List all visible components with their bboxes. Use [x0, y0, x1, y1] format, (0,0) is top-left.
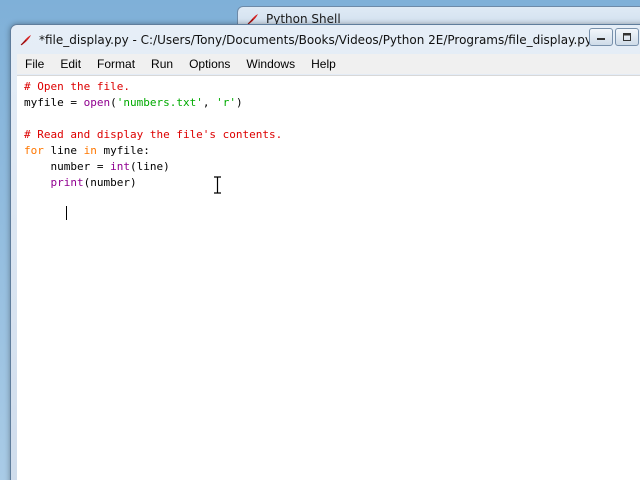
minimize-icon	[597, 38, 605, 40]
code-token-comment: # Read and display the file's contents.	[24, 128, 283, 141]
code-token-plain: number =	[24, 160, 111, 173]
menu-file[interactable]: File	[17, 54, 52, 74]
code-line[interactable]: # Open the file.	[24, 79, 282, 95]
menu-options[interactable]: Options	[181, 54, 238, 74]
code-line[interactable]: number = int(line)	[24, 159, 282, 175]
text-caret	[66, 206, 67, 220]
code-token-plain: (number)	[83, 176, 137, 189]
ibeam-cursor-icon	[214, 176, 221, 194]
code-token-builtin: int	[110, 160, 130, 173]
code-token-builtin: open	[83, 96, 111, 109]
code-token-keyword: in	[83, 144, 97, 157]
editor-window[interactable]: *file_display.py - C:/Users/Tony/Documen…	[10, 24, 640, 480]
code-line[interactable]: for line in myfile:	[24, 143, 282, 159]
code-editor[interactable]: # Open the file. myfile = open('numbers.t…	[17, 75, 640, 480]
code-token-plain: )	[235, 96, 243, 109]
menu-windows[interactable]: Windows	[238, 54, 303, 74]
code-token-plain: (	[110, 96, 117, 109]
code-token-keyword: for	[24, 144, 44, 157]
code-text[interactable]: # Open the file. myfile = open('numbers.t…	[24, 79, 282, 191]
menubar: File Edit Format Run Options Windows Hel…	[17, 54, 640, 74]
code-token-string: 'r'	[216, 96, 236, 109]
menu-help[interactable]: Help	[303, 54, 344, 74]
minimize-button[interactable]	[589, 28, 613, 46]
maximize-button[interactable]	[615, 28, 639, 46]
code-token-plain: ,	[202, 96, 217, 109]
tk-feather-icon	[20, 34, 31, 45]
code-token-plain: line	[43, 144, 84, 157]
code-line[interactable]	[24, 111, 282, 127]
code-token-string: 'numbers.txt'	[116, 96, 203, 109]
code-token-comment: # Open the file.	[24, 80, 130, 93]
editor-titlebar[interactable]: *file_display.py - C:/Users/Tony/Documen…	[11, 25, 640, 54]
menu-format[interactable]: Format	[89, 54, 143, 74]
code-token-plain: myfile:	[96, 144, 150, 157]
code-line[interactable]: myfile = open('numbers.txt', 'r')	[24, 95, 282, 111]
code-token-plain: (line)	[129, 160, 170, 173]
menu-edit[interactable]: Edit	[52, 54, 89, 74]
code-line[interactable]: print(number)	[24, 175, 282, 191]
code-token-plain: myfile =	[24, 96, 84, 109]
window-controls	[589, 28, 639, 46]
window-title: *file_display.py - C:/Users/Tony/Documen…	[39, 32, 599, 47]
code-token-builtin: print	[50, 176, 84, 189]
menu-run[interactable]: Run	[143, 54, 181, 74]
code-line[interactable]: # Read and display the file's contents.	[24, 127, 282, 143]
maximize-icon	[623, 33, 631, 41]
